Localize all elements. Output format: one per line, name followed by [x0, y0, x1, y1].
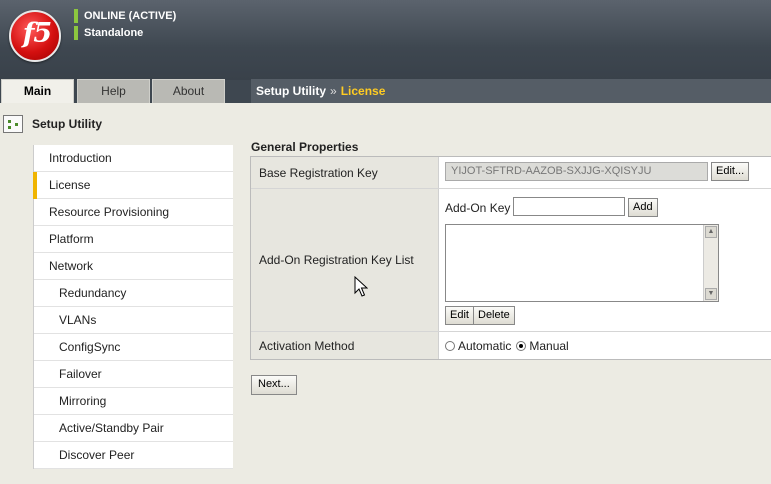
scroll-up-icon[interactable]: ▲	[705, 226, 717, 238]
addon-key-input[interactable]	[513, 197, 625, 216]
sidebar-item-configsync[interactable]: ConfigSync	[34, 334, 233, 361]
sidebar-item-resource-provisioning[interactable]: Resource Provisioning	[34, 199, 233, 226]
base-key-label: Base Registration Key	[251, 157, 439, 188]
radio-automatic[interactable]	[445, 340, 455, 351]
logo-text: f5	[22, 18, 52, 49]
edit-base-key-button[interactable]: Edit...	[711, 162, 750, 181]
sidebar-item-introduction[interactable]: Introduction	[34, 145, 233, 172]
top-header: f5 ONLINE (ACTIVE) Standalone	[0, 0, 771, 80]
sidebar-nav: Introduction License Resource Provisioni…	[33, 145, 233, 469]
base-key-row: Base Registration Key YIJOT-SFTRD-AAZOB-…	[251, 157, 771, 189]
tab-main[interactable]: Main	[1, 79, 74, 103]
sidebar-item-active-standby-pair[interactable]: Active/Standby Pair	[34, 415, 233, 442]
sidebar-item-network[interactable]: Network	[34, 253, 233, 280]
sidebar: Setup Utility Introduction License Resou…	[0, 103, 233, 484]
breadcrumb-current: License	[340, 84, 386, 98]
sidebar-item-failover[interactable]: Failover	[34, 361, 233, 388]
sidebar-item-platform[interactable]: Platform	[34, 226, 233, 253]
activation-label: Activation Method	[251, 332, 439, 359]
section-title: General Properties	[251, 140, 359, 154]
tab-help[interactable]: Help	[77, 79, 150, 103]
scroll-down-icon[interactable]: ▼	[705, 288, 717, 300]
main-content: General Properties Base Registration Key…	[236, 103, 771, 484]
sidebar-item-redundancy[interactable]: Redundancy	[34, 280, 233, 307]
sidebar-item-mirroring[interactable]: Mirroring	[34, 388, 233, 415]
addon-key-cell: Add-On Key Add ▲ ▼ Edit Delete	[439, 189, 771, 331]
next-button[interactable]: Next...	[251, 375, 297, 395]
radio-manual[interactable]	[516, 340, 527, 351]
activation-cell: Automatic Manual	[439, 332, 771, 359]
addon-key-row: Add-On Registration Key List Add-On Key …	[251, 189, 771, 332]
sidebar-title: Setup Utility	[32, 117, 103, 131]
status-online: ONLINE (ACTIVE)	[74, 9, 176, 23]
mouse-cursor-icon	[354, 276, 368, 297]
activation-row: Activation Method Automatic Manual	[251, 332, 771, 359]
base-key-field: YIJOT-SFTRD-AAZOB-SXJJG-XQISYJU	[445, 162, 708, 181]
sidebar-item-vlans[interactable]: VLANs	[34, 307, 233, 334]
list-scrollbar[interactable]: ▲ ▼	[703, 225, 718, 301]
breadcrumb: Setup Utility » License	[251, 79, 771, 103]
breadcrumb-parent[interactable]: Setup Utility	[256, 84, 326, 98]
f5-logo: f5	[9, 10, 61, 62]
delete-addon-button[interactable]: Delete	[473, 306, 515, 325]
breadcrumb-separator: »	[330, 84, 337, 98]
addon-key-list[interactable]: ▲ ▼	[445, 224, 719, 302]
tab-about[interactable]: About	[152, 79, 225, 103]
manual-label: Manual	[529, 338, 569, 353]
addon-key-label: Add-On Key	[445, 201, 511, 215]
sidebar-item-license[interactable]: License	[33, 172, 233, 199]
sidebar-item-discover-peer[interactable]: Discover Peer	[34, 442, 233, 469]
status-mode: Standalone	[74, 26, 143, 40]
automatic-label: Automatic	[458, 338, 512, 353]
add-button[interactable]: Add	[628, 198, 658, 217]
addon-list-label: Add-On Registration Key List	[251, 189, 439, 331]
general-properties-table: Base Registration Key YIJOT-SFTRD-AAZOB-…	[250, 156, 771, 360]
base-key-cell: YIJOT-SFTRD-AAZOB-SXJJG-XQISYJU Edit...	[439, 157, 771, 188]
edit-addon-button[interactable]: Edit	[445, 306, 474, 325]
